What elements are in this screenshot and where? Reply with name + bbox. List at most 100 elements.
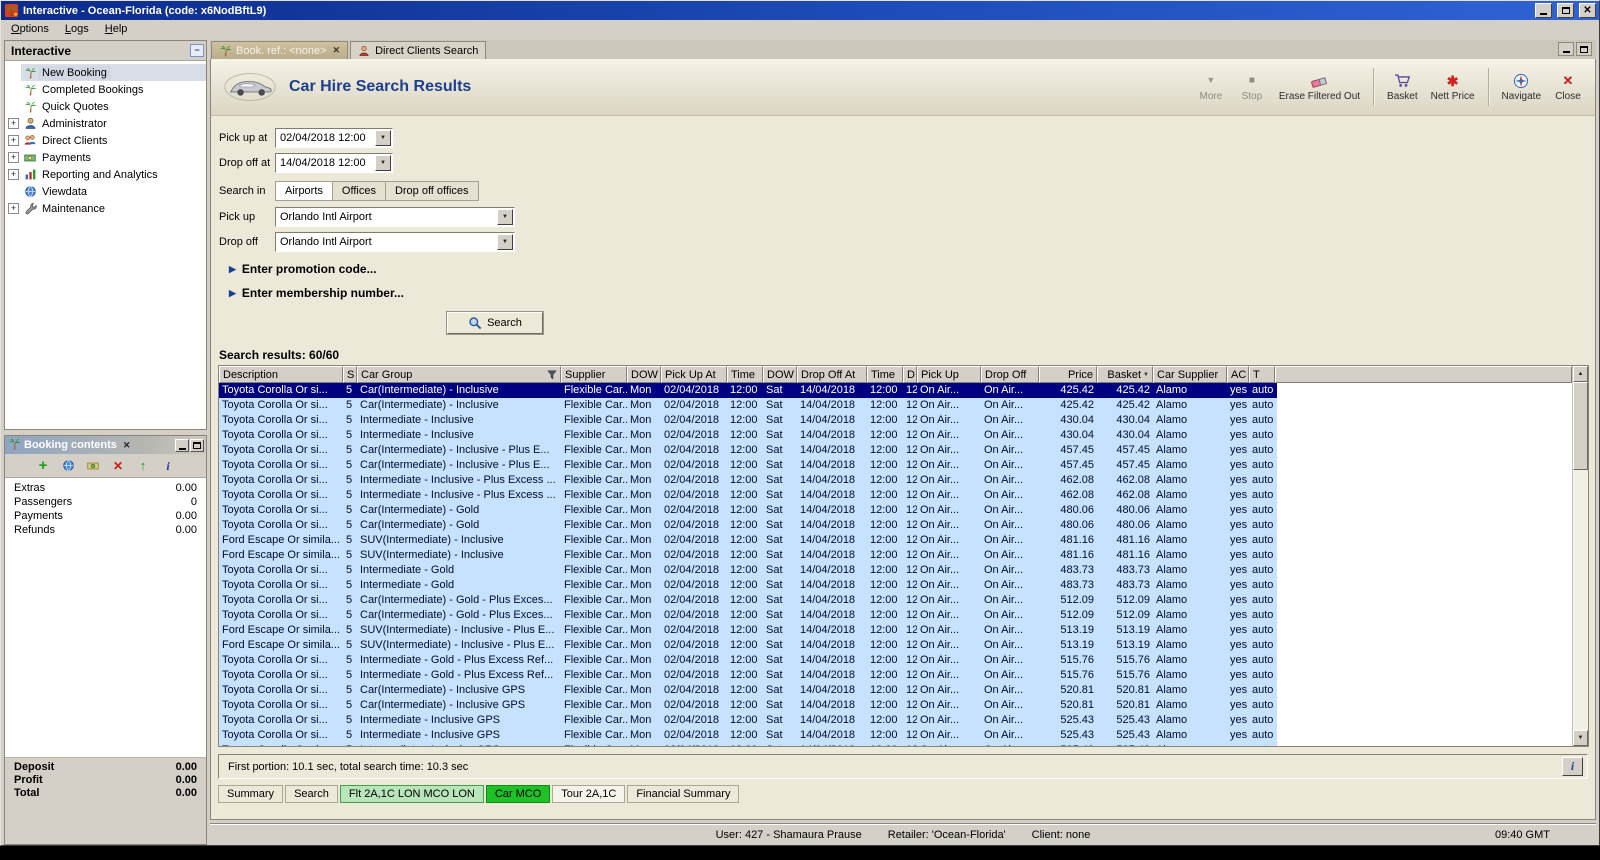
result-row[interactable]: Toyota Corolla Or si...5Intermediate - I… — [219, 743, 1277, 746]
bottom-tab-financial-summary[interactable]: Financial Summary — [627, 785, 740, 803]
result-row[interactable]: Toyota Corolla Or si...5Intermediate - I… — [219, 488, 1277, 503]
result-row[interactable]: Ford Escape Or simila... 5 SUV(Intermediat… — [219, 533, 1277, 548]
result-row[interactable]: Ford Escape Or simila... 5 SUV(Intermediat… — [219, 623, 1277, 638]
table-scrollbar[interactable]: ▲ ▼ — [1572, 366, 1588, 746]
sidebar-item-reporting-and-analytics[interactable]: + Reporting and Analytics — [5, 166, 206, 183]
result-row[interactable]: Toyota Corolla Or si... 5 Car(Intermediate… — [219, 593, 1277, 608]
search-in-drop-off-offices[interactable]: Drop off offices — [386, 182, 478, 200]
add-icon[interactable]: + — [35, 458, 51, 474]
navigate-button[interactable]: Navigate — [1497, 69, 1546, 105]
column-header-t[interactable]: T — [1249, 366, 1275, 383]
expand-plus-icon[interactable]: + — [8, 169, 19, 180]
column-header-basket[interactable]: Basket ▼ — [1097, 366, 1153, 383]
bottom-tab-search[interactable]: Search — [285, 785, 338, 803]
sidebar-item-quick-quotes[interactable]: Quick Quotes — [5, 98, 206, 115]
stop-button[interactable]: ■ Stop — [1233, 69, 1271, 105]
booking-item-refunds[interactable]: Refunds 0.00 — [5, 523, 206, 537]
nett-price-button[interactable]: ✱ Nett Price — [1426, 69, 1480, 105]
result-row[interactable]: Toyota Corolla Or si... 5 Car(Intermediate… — [219, 398, 1277, 413]
scroll-down-button[interactable]: ▼ — [1573, 730, 1588, 746]
result-row[interactable]: Toyota Corolla Or si... 5 Car(Intermediate… — [219, 683, 1277, 698]
column-header-time[interactable]: Time — [727, 366, 763, 383]
membership-expander[interactable]: ▶ Enter membership number... — [229, 286, 1595, 300]
filter-icon[interactable] — [547, 370, 557, 380]
result-row[interactable]: Toyota Corolla Or si... 5 Car(Intermediate… — [219, 518, 1277, 533]
booking-contents-close-icon[interactable]: ✕ — [120, 440, 134, 451]
mdi-restore-button[interactable] — [1576, 42, 1592, 56]
result-row[interactable]: Toyota Corolla Or si... 5 Intermediate - G… — [219, 653, 1277, 668]
column-header-pick-up-at[interactable]: Pick Up At — [661, 366, 727, 383]
pickup-at-select[interactable]: 02/04/2018 12:00 ▼ — [275, 128, 393, 148]
tab-direct-clients-search[interactable]: Direct Clients Search — [350, 41, 487, 59]
globe-icon[interactable] — [60, 458, 76, 474]
sidebar-item-administrator[interactable]: + Administrator — [5, 115, 206, 132]
sidebar-item-new-booking[interactable]: New Booking — [5, 64, 206, 81]
erase-filtered-out-button[interactable]: Erase Filtered Out — [1274, 69, 1365, 105]
title-bar[interactable]: Interactive - Ocean-Florida (code: x6Nod… — [1, 1, 1599, 20]
sidebar-item-completed-bookings[interactable]: Completed Bookings — [5, 81, 206, 98]
result-row[interactable]: Toyota Corolla Or si... 5 Intermediate - G… — [219, 668, 1277, 683]
result-row[interactable]: Toyota Corolla Or si... 5 Car(Intermediate… — [219, 698, 1277, 713]
booking-item-passengers[interactable]: Passengers 0 — [5, 495, 206, 509]
result-row[interactable]: Toyota Corolla Or si... 5 Car(Intermediate… — [219, 608, 1277, 623]
result-row[interactable]: Ford Escape Or simila... 5 SUV(Intermediat… — [219, 548, 1277, 563]
dropdown-arrow-icon[interactable]: ▼ — [497, 209, 513, 225]
column-header-time[interactable]: Time — [867, 366, 903, 383]
result-row[interactable]: Toyota Corolla Or si...5Intermediate - I… — [219, 713, 1277, 728]
info-button[interactable]: i — [1562, 757, 1583, 776]
bottom-tab-flt-2a-1c-lon-mco-lon[interactable]: Flt 2A,1C LON MCO LON — [339, 785, 484, 803]
menu-logs[interactable]: Logs — [57, 21, 97, 37]
expand-plus-icon[interactable]: + — [8, 118, 19, 129]
bottom-tab-car-mco[interactable]: Car MCO — [485, 785, 551, 803]
tab-book-ref-none[interactable]: Book. ref.: <none> ✕ — [211, 41, 349, 59]
payments-icon[interactable] — [85, 458, 101, 474]
search-in-offices[interactable]: Offices — [333, 182, 386, 200]
booking-contents-restore-button[interactable] — [190, 438, 204, 452]
column-header-description[interactable]: Description — [219, 366, 343, 383]
result-row[interactable]: Toyota Corolla Or si...5Intermediate - I… — [219, 413, 1277, 428]
tab-close-icon[interactable]: ✕ — [333, 45, 341, 56]
result-row[interactable]: Toyota Corolla Or si... 5 Car(Intermediate… — [219, 458, 1277, 473]
collapse-panel-button[interactable]: − — [190, 44, 204, 57]
menu-options[interactable]: Options — [3, 21, 57, 37]
more-button[interactable]: ▼ More — [1192, 69, 1230, 105]
expand-plus-icon[interactable]: + — [8, 152, 19, 163]
expand-plus-icon[interactable]: + — [8, 135, 19, 146]
sidebar-item-direct-clients[interactable]: + Direct Clients — [5, 132, 206, 149]
column-header-supplier[interactable]: Supplier — [561, 366, 627, 383]
delete-icon[interactable]: ✕ — [110, 458, 126, 474]
column-header-s[interactable]: S — [343, 366, 357, 383]
sidebar-item-payments[interactable]: + Payments — [5, 149, 206, 166]
result-row[interactable]: Toyota Corolla Or si... 5 Car(Intermediate… — [219, 383, 1277, 398]
promo-code-expander[interactable]: ▶ Enter promotion code... — [229, 262, 1595, 276]
column-header-drop-off[interactable]: Drop Off — [981, 366, 1039, 383]
booking-item-extras[interactable]: Extras 0.00 — [5, 481, 206, 495]
pickup-location-select[interactable]: Orlando Intl Airport ▼ — [275, 207, 515, 227]
close-button[interactable]: ✕ Close — [1549, 69, 1587, 105]
result-row[interactable]: Toyota Corolla Or si... 5 Intermediate - G… — [219, 578, 1277, 593]
booking-item-payments[interactable]: Payments 0.00 — [5, 509, 206, 523]
search-in-airports[interactable]: Airports — [276, 182, 333, 200]
column-header-dow[interactable]: DOW — [627, 366, 661, 383]
menu-help[interactable]: Help — [97, 21, 136, 37]
dropdown-arrow-icon[interactable]: ▼ — [375, 155, 391, 171]
result-row[interactable]: Toyota Corolla Or si...5Intermediate - I… — [219, 428, 1277, 443]
column-header-car-supplier[interactable]: Car Supplier — [1153, 366, 1227, 383]
bottom-tab-summary[interactable]: Summary — [218, 785, 284, 803]
minimize-button[interactable] — [1535, 3, 1552, 18]
info-icon[interactable]: i — [160, 458, 176, 474]
dropdown-arrow-icon[interactable]: ▼ — [497, 234, 513, 250]
result-row[interactable]: Toyota Corolla Or si... 5 Car(Intermediate… — [219, 503, 1277, 518]
column-header-price[interactable]: Price — [1039, 366, 1097, 383]
dropoff-location-select[interactable]: Orlando Intl Airport ▼ — [275, 232, 515, 252]
bottom-tab-tour-2a-1c[interactable]: Tour 2A,1C — [552, 785, 626, 803]
scroll-up-button[interactable]: ▲ — [1573, 366, 1588, 382]
mdi-minimize-button[interactable] — [1558, 42, 1574, 56]
result-row[interactable]: Toyota Corolla Or si... 5 Intermediate - G… — [219, 563, 1277, 578]
result-row[interactable]: Toyota Corolla Or si...5Intermediate - I… — [219, 473, 1277, 488]
booking-contents-minimize-button[interactable] — [175, 438, 189, 452]
column-header-dow[interactable]: DOW — [763, 366, 797, 383]
dropdown-arrow-icon[interactable]: ▼ — [375, 130, 391, 146]
dropoff-at-select[interactable]: 14/04/2018 12:00 ▼ — [275, 153, 393, 173]
column-header-pick-up[interactable]: Pick Up — [917, 366, 981, 383]
